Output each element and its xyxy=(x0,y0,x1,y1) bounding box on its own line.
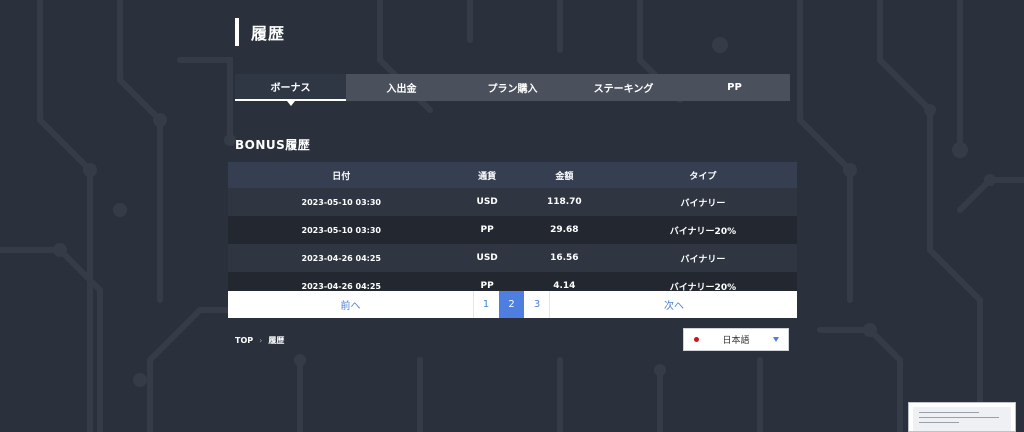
language-select-value: 日本語 xyxy=(722,336,750,346)
title-accent-bar xyxy=(235,18,239,46)
page-header: 履歴 xyxy=(235,18,285,46)
cell-currency: USD xyxy=(454,244,520,272)
thumbnail-line xyxy=(919,412,979,413)
cell-currency: PP xyxy=(454,216,520,244)
page-title: 履歴 xyxy=(251,24,286,43)
table-row: 2023-04-26 04:25 USD 16.56 バイナリー xyxy=(228,244,797,272)
chevron-down-icon xyxy=(773,337,779,342)
prev-page-button[interactable]: 前へ xyxy=(228,291,473,318)
cell-amount: 16.56 xyxy=(519,244,609,272)
section-title: BONUS履歴 xyxy=(235,138,311,152)
thumbnail-line xyxy=(919,422,959,423)
cell-date: 2023-05-10 03:30 xyxy=(228,188,455,216)
cell-type: バイナリー20% xyxy=(608,216,797,244)
cell-type: バイナリー xyxy=(608,188,797,216)
chevron-right-icon: › xyxy=(259,336,263,345)
cell-type: バイナリー xyxy=(608,244,797,272)
tab-pp[interactable]: PP xyxy=(679,74,790,101)
page-2-button-current[interactable]: 2 xyxy=(499,291,524,318)
next-page-button[interactable]: 次へ xyxy=(551,291,797,318)
page-3-button[interactable]: 3 xyxy=(525,291,550,318)
page-thumbnail-preview[interactable] xyxy=(908,402,1016,432)
history-tabs: ボーナス 入出金 プラン購入 ステーキング PP xyxy=(235,74,790,106)
table-row: 2023-05-10 03:30 PP 29.68 バイナリー20% xyxy=(228,216,797,244)
cell-date: 2023-04-26 04:25 xyxy=(228,244,455,272)
page-1-button[interactable]: 1 xyxy=(473,291,498,318)
breadcrumb-home-link[interactable]: TOP xyxy=(235,336,253,345)
cell-amount: 118.70 xyxy=(519,188,609,216)
language-select[interactable]: 日本語 xyxy=(683,328,789,351)
breadcrumb-current: 履歴 xyxy=(268,336,285,345)
table-row: 2023-05-10 03:30 USD 118.70 バイナリー xyxy=(228,188,797,216)
thumbnail-content xyxy=(913,407,1011,431)
bonus-history-table: 日付 通貨 金額 タイプ 2023-05-10 03:30 USD 118.70… xyxy=(228,162,797,300)
breadcrumb: TOP › 履歴 xyxy=(235,335,284,346)
pagination: 前へ 1 2 3 次へ xyxy=(228,291,797,318)
cell-date: 2023-05-10 03:30 xyxy=(228,216,455,244)
tab-staking[interactable]: ステーキング xyxy=(568,74,679,101)
tab-plan-purchase[interactable]: プラン購入 xyxy=(457,74,568,101)
column-header-currency: 通貨 xyxy=(454,162,520,188)
tab-deposit-withdrawal[interactable]: 入出金 xyxy=(346,74,457,101)
column-header-date: 日付 xyxy=(228,162,455,188)
tab-bonus[interactable]: ボーナス xyxy=(235,74,346,106)
table-header-row: 日付 通貨 金額 タイプ xyxy=(228,162,797,188)
cell-amount: 29.68 xyxy=(519,216,609,244)
column-header-amount: 金額 xyxy=(519,162,609,188)
column-header-type: タイプ xyxy=(608,162,797,188)
cell-currency: USD xyxy=(454,188,520,216)
thumbnail-line xyxy=(919,417,999,418)
